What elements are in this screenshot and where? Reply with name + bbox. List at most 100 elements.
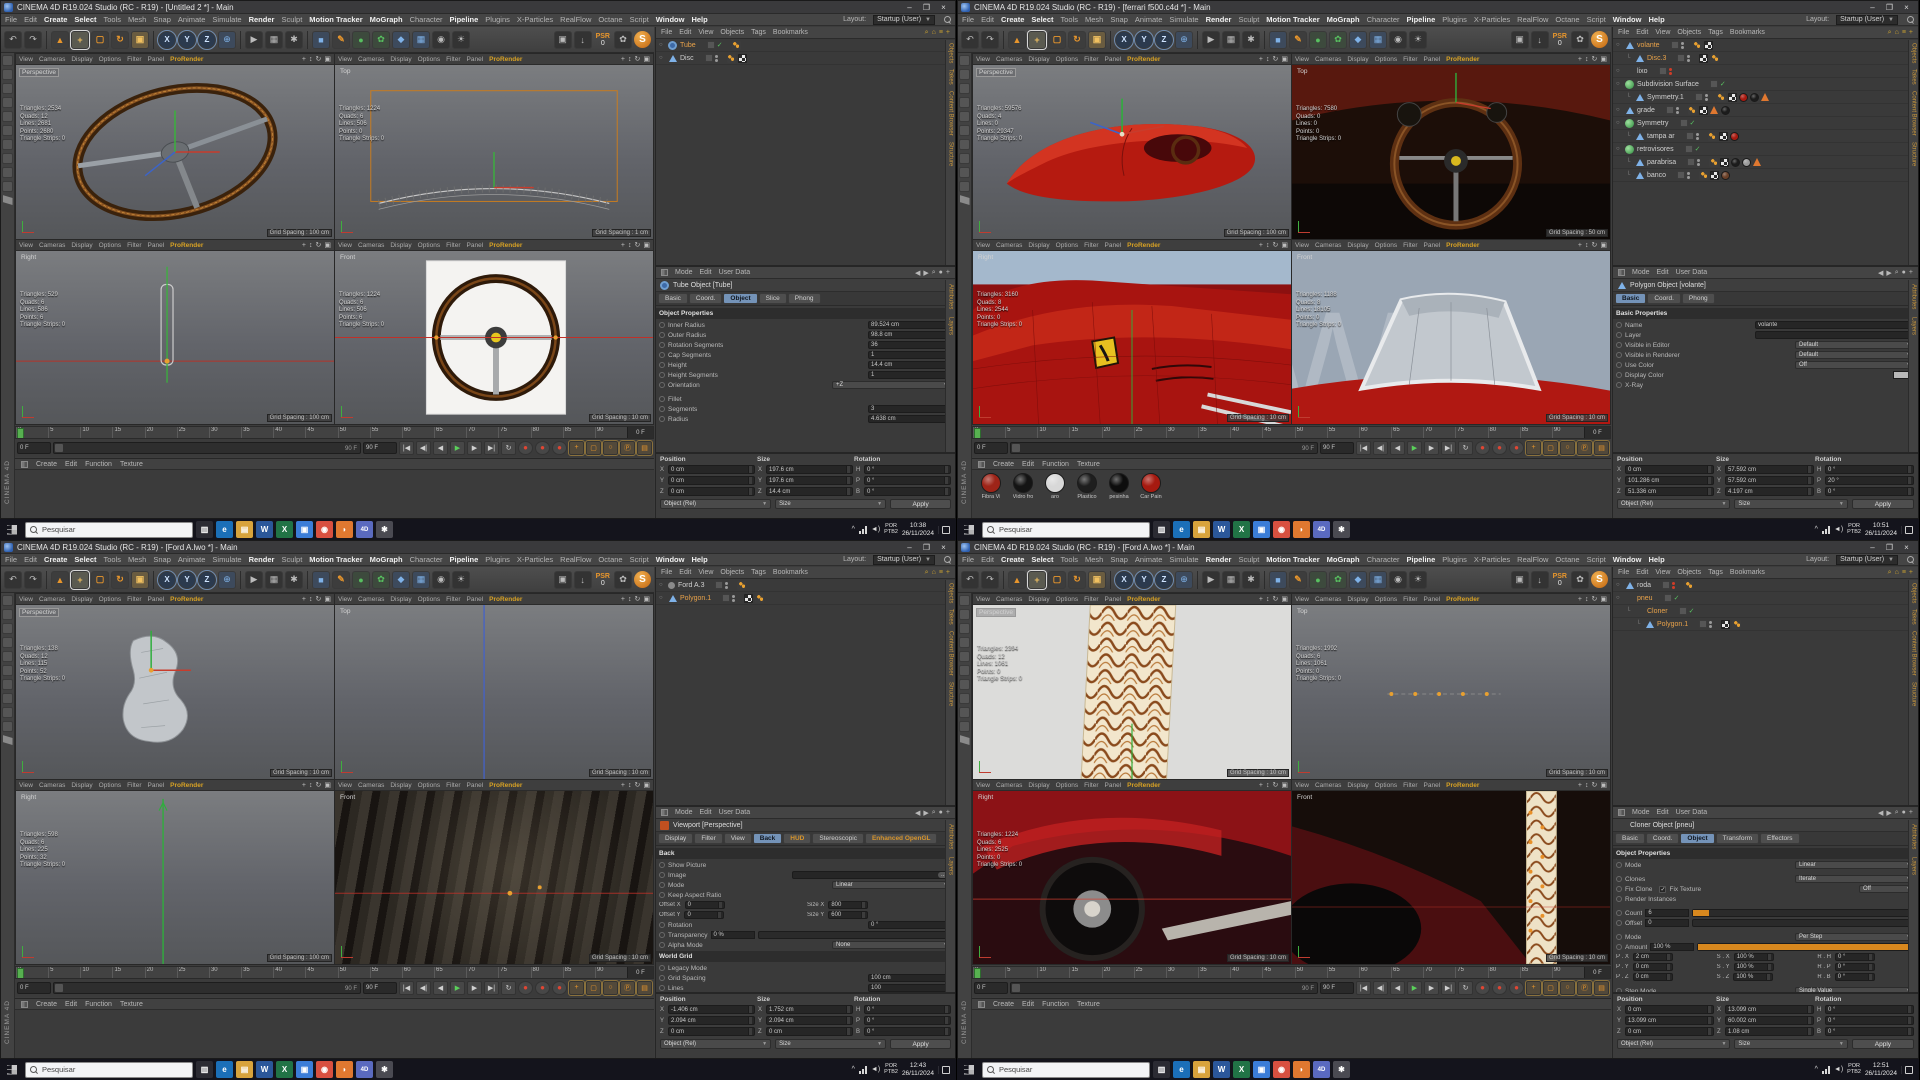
viewport-toggle-icon[interactable]: ▣ (324, 56, 331, 63)
viewport-menu-options[interactable]: Options (99, 56, 121, 63)
coord-mode-dropdown[interactable]: Object (Rel)▼ (660, 499, 771, 509)
make-editable-icon[interactable] (959, 595, 970, 606)
animation-dot-icon[interactable] (1616, 362, 1622, 368)
dropdown[interactable]: Linear▼ (832, 881, 952, 889)
animation-dot-icon[interactable] (1616, 934, 1622, 940)
viewport-menu-cameras[interactable]: Cameras (358, 56, 384, 63)
coord-value-field[interactable]: 0 cm (668, 465, 755, 474)
object-menu-bookmarks[interactable]: Bookmarks (1730, 569, 1765, 576)
expand-icon[interactable]: ○ (659, 42, 665, 48)
coord-value-field[interactable]: 0 ° (864, 465, 951, 474)
object-row[interactable]: ○Subdivision Surface✓ (1613, 78, 1918, 91)
goto-end-button[interactable]: ▶| (1441, 441, 1456, 455)
menu-character[interactable]: Character (1367, 15, 1400, 24)
material-menu-texture[interactable]: Texture (120, 1001, 143, 1008)
last-tool-icon[interactable]: ▣ (131, 571, 149, 589)
viewport-front[interactable]: ViewCamerasDisplayOptionsFilterPanelProR… (1292, 240, 1610, 424)
material-menu-edit[interactable]: Edit (1022, 1001, 1034, 1008)
spinner-icon[interactable] (1666, 974, 1670, 980)
render-picture-viewer-icon[interactable]: ▦ (1222, 571, 1240, 589)
coord-value-field[interactable]: 1.08 cm (1725, 1027, 1814, 1036)
position-key-toggle[interactable]: + (1526, 441, 1541, 455)
coord-value-field[interactable]: 197.6 cm (766, 476, 853, 485)
viewport-toggle-icon[interactable]: ▣ (1281, 242, 1288, 249)
position-key-toggle[interactable]: + (569, 441, 584, 455)
taskbar-search-input[interactable]: Pesquisar (982, 1062, 1150, 1078)
menu-window[interactable]: Window (656, 555, 685, 564)
tab-coord-[interactable]: Coord. (1647, 293, 1681, 304)
spinner-icon[interactable] (1807, 1006, 1811, 1013)
menu-sculpt[interactable]: Sculpt (281, 15, 302, 24)
axis-x-lock-icon[interactable]: X (158, 571, 176, 589)
viewport-scene-treadPattern[interactable] (973, 605, 1291, 779)
visibility-dots-icon[interactable] (1672, 582, 1675, 589)
viewport-capture-icon[interactable]: ▣ (1511, 31, 1529, 49)
object-menu-objects[interactable]: Objects (720, 29, 744, 36)
scrubber-knob[interactable] (55, 984, 63, 992)
coord-size-dropdown[interactable]: Size▼ (775, 1039, 886, 1049)
expand-icon[interactable]: ○ (1616, 42, 1622, 48)
viewport-menu-cameras[interactable]: Cameras (1315, 56, 1341, 63)
edit-toggle-icon[interactable] (1685, 145, 1693, 153)
render-picture-viewer-icon[interactable]: ▦ (265, 31, 283, 49)
visibility-dots-icon[interactable] (1687, 55, 1690, 62)
expand-icon[interactable]: ○ (1616, 81, 1622, 87)
goto-start-button[interactable]: |◀ (399, 981, 414, 995)
viewport-toggle-icon[interactable]: ▣ (643, 782, 650, 789)
live-selection-icon[interactable]: ▲ (51, 571, 69, 589)
spinner-icon[interactable] (1767, 964, 1771, 970)
current-frame-field[interactable]: 0 F (974, 982, 1008, 994)
material-menu-function[interactable]: Function (1042, 1001, 1069, 1008)
slider-track[interactable] (1697, 943, 1915, 951)
viewport-rotate-icon[interactable]: ↻ (316, 242, 322, 249)
viewport-pan-icon[interactable]: + (621, 56, 625, 63)
model-mode-icon[interactable] (2, 609, 13, 620)
rotation-key-toggle[interactable]: ○ (1560, 441, 1575, 455)
edges-mode-icon[interactable] (959, 665, 970, 676)
om-search-icon[interactable]: ⌕ (925, 569, 929, 577)
expand-icon[interactable]: ○ (1616, 107, 1622, 113)
viewport-menu-filter[interactable]: Filter (1403, 782, 1417, 789)
animation-dot-icon[interactable] (1616, 886, 1622, 892)
viewport-pan-icon[interactable]: + (302, 782, 306, 789)
spline-pen-icon[interactable]: ✎ (332, 571, 350, 589)
axis-y-lock-icon[interactable]: Y (1135, 31, 1153, 49)
coord-value-field[interactable]: 2.094 cm (766, 1016, 853, 1025)
edit-toggle-icon[interactable] (1671, 41, 1679, 49)
material-swatch[interactable]: Fibra Vi (978, 473, 1004, 500)
viewport-scene-swPersp[interactable] (16, 65, 334, 239)
object-row[interactable]: └Polygon.1 (1613, 618, 1918, 631)
visibility-dots-icon[interactable] (1705, 94, 1708, 101)
axis-x-lock-icon[interactable]: X (1115, 571, 1133, 589)
viewport-capture-icon[interactable]: ▣ (554, 571, 572, 589)
viewport-menu-display[interactable]: Display (71, 596, 92, 603)
viewport-menu-options[interactable]: Options (99, 596, 121, 603)
edit-toggle-icon[interactable] (707, 41, 715, 49)
tab-basic[interactable]: Basic (658, 293, 688, 304)
viewport-menu-filter[interactable]: Filter (1084, 596, 1098, 603)
keyframe-selection-button[interactable]: ● (552, 981, 567, 995)
viewport-menu-cameras[interactable]: Cameras (996, 242, 1022, 249)
snap-icon[interactable] (2, 721, 13, 732)
enabled-check-icon[interactable]: ✓ (1690, 120, 1696, 127)
viewport-menu-cameras[interactable]: Cameras (996, 782, 1022, 789)
viewport-menu-view[interactable]: View (1295, 242, 1309, 249)
viewport-filter-icon[interactable] (959, 167, 970, 178)
menu-pipeline[interactable]: Pipeline (1407, 15, 1436, 24)
attribute-value-field[interactable]: 100 % (1734, 963, 1774, 971)
menu-render[interactable]: Render (249, 15, 275, 24)
material-swatch[interactable]: Car Pain (1138, 473, 1164, 500)
visibility-dots-icon[interactable] (1676, 107, 1679, 114)
spinner-icon[interactable] (944, 477, 948, 484)
dropdown[interactable]: Per Step▼ (1795, 933, 1915, 941)
timeline-playhead[interactable] (17, 428, 24, 439)
timeline-scrubber[interactable]: 90 F (53, 982, 361, 994)
visibility-dots-icon[interactable] (1697, 159, 1700, 166)
layout-search-icon[interactable] (1907, 16, 1914, 23)
viewport-zoom-icon[interactable]: ↕ (1585, 596, 1589, 603)
attribute-menu-edit[interactable]: Edit (1657, 269, 1669, 276)
make-editable-icon[interactable] (2, 595, 13, 606)
menu-pipeline[interactable]: Pipeline (450, 555, 479, 564)
am-forward-icon[interactable]: ▶ (1886, 269, 1891, 277)
edge-browser-icon[interactable]: e (1173, 1061, 1190, 1078)
